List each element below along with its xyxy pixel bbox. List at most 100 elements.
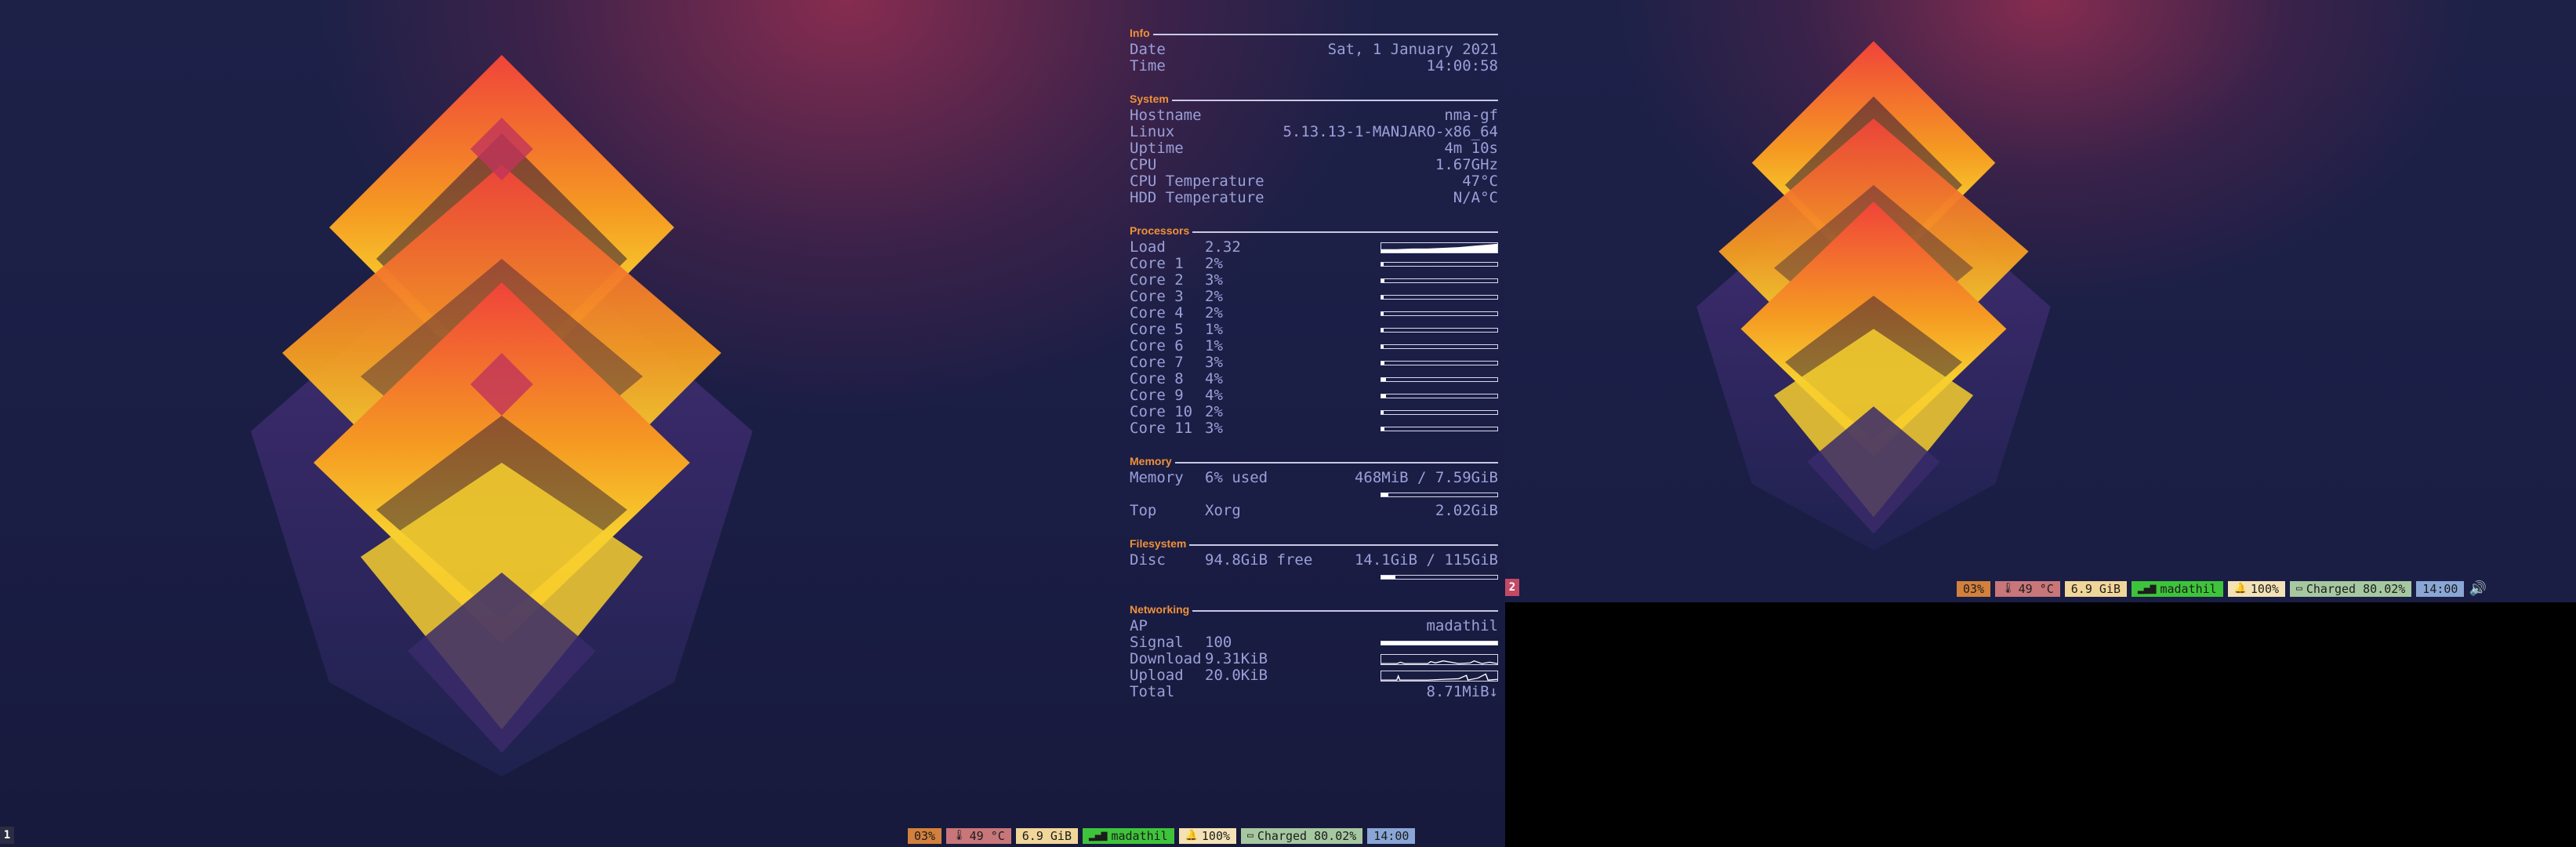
battery-block[interactable]: ▭ Charged 80.02% <box>2290 580 2412 597</box>
info-section: Info Date Sat, 1 January 2021 Time 14:00… <box>1130 25 1498 75</box>
core-row: Core 11 3% <box>1130 420 1498 437</box>
memory-block[interactable]: 6.9 GiB <box>2064 580 2127 597</box>
volume-value: 100% <box>2250 581 2280 596</box>
disc-bar-fill <box>1381 575 1395 579</box>
core-row: Core 8 4% <box>1130 371 1498 387</box>
time-label: Time <box>1130 57 1166 75</box>
signal-row: Signal 100 <box>1130 634 1498 651</box>
bell-icon: 🔔 <box>1185 830 1198 842</box>
system-section: System Hostname nma-gf Linux 5.13.13-1-M… <box>1130 91 1498 206</box>
core-bar-fill <box>1381 262 1384 266</box>
temp-value: 49 °C <box>969 829 1005 843</box>
total-value: 8.71MiB↓ <box>1426 683 1498 700</box>
processors-section: Processors Load 2.32 Core 1 2% Core 2 3% Cor… <box>1130 223 1498 437</box>
status-bar-monitor-2: 03% 🌡 49 °C 6.9 GiB ▂▄▆ madathil 🔔 100% … <box>1957 580 2487 597</box>
core-bar-fill <box>1381 328 1384 332</box>
download-graph <box>1381 653 1498 665</box>
ap-value: madathil <box>1426 617 1498 634</box>
core-bar <box>1381 278 1498 283</box>
wifi-signal-icon: ▂▄▆ <box>1088 830 1108 842</box>
volume-block[interactable]: 🔔 100% <box>1178 828 1237 844</box>
processors-header: Processors <box>1130 223 1498 239</box>
section-rule <box>1192 231 1498 233</box>
battery-icon: ▭ <box>1247 830 1254 842</box>
core-label: Core 8 <box>1130 370 1184 387</box>
battery-value: Charged 80.02% <box>1257 829 1357 843</box>
core-percent: 2% <box>1205 255 1223 272</box>
download-value: 9.31KiB <box>1205 650 1268 667</box>
core-bar-fill <box>1381 278 1385 282</box>
core-row: Core 6 1% <box>1130 338 1498 354</box>
system-label: Linux <box>1130 123 1175 140</box>
download-row: Download 9.31KiB <box>1130 651 1498 667</box>
system-value: 4m 10s <box>1444 140 1498 157</box>
load-graph <box>1381 242 1498 253</box>
core-row: Core 2 3% <box>1130 272 1498 289</box>
wifi-value: madathil <box>2160 581 2217 596</box>
battery-value: Charged 80.02% <box>2306 581 2406 596</box>
load-value: 2.32 <box>1205 238 1241 256</box>
cpu-value: 03% <box>914 829 936 843</box>
core-row: Core 4 2% <box>1130 305 1498 322</box>
temp-block[interactable]: 🌡 49 °C <box>1995 580 2060 597</box>
cpu-block[interactable]: 03% <box>1957 580 1991 597</box>
core-bar <box>1381 426 1498 431</box>
system-row: Uptime 4m 10s <box>1130 140 1498 157</box>
core-row: Core 10 2% <box>1130 404 1498 420</box>
core-bar <box>1381 393 1498 398</box>
battery-block[interactable]: ▭ Charged 80.02% <box>1241 828 1363 844</box>
core-percent: 2% <box>1205 288 1223 305</box>
memory-row: Memory 6% used 468MiB / 7.59GiB <box>1130 470 1498 486</box>
core-label: Core 11 <box>1130 420 1193 437</box>
workspace-indicator-1[interactable]: 1 <box>0 827 14 844</box>
core-row: Core 7 3% <box>1130 354 1498 371</box>
core-percent: 1% <box>1205 337 1223 354</box>
clock-block[interactable]: 14:00 <box>1367 828 1416 844</box>
speaker-icon[interactable]: 🔊 <box>2469 580 2486 597</box>
temp-block[interactable]: 🌡 49 °C <box>946 828 1011 844</box>
core-label: Core 10 <box>1130 403 1193 420</box>
upload-value: 20.0KiB <box>1205 667 1268 684</box>
wifi-block[interactable]: ▂▄▆ madathil <box>1082 828 1174 844</box>
workspace-indicator-2[interactable]: 2 <box>1505 579 1519 596</box>
system-label: Uptime <box>1130 140 1184 157</box>
total-row: Total 8.71MiB↓ <box>1130 684 1498 700</box>
memory-header: Memory <box>1130 453 1498 470</box>
ap-row: AP madathil <box>1130 618 1498 634</box>
signal-value: 100 <box>1205 634 1232 651</box>
clock-block[interactable]: 14:00 <box>2416 580 2465 597</box>
date-label: Date <box>1130 41 1166 58</box>
top-process-name: Xorg <box>1205 502 1241 519</box>
core-label: Core 9 <box>1130 387 1184 404</box>
desktop-monitor-1: Info Date Sat, 1 January 2021 Time 14:00… <box>0 0 1505 847</box>
section-rule <box>1174 461 1498 463</box>
signal-label: Signal <box>1130 634 1184 651</box>
system-value: N/A°C <box>1453 189 1498 206</box>
cpu-block[interactable]: 03% <box>908 828 942 844</box>
temp-value: 49 °C <box>2018 581 2054 596</box>
volume-block[interactable]: 🔔 100% <box>2227 580 2286 597</box>
system-value: nma-gf <box>1444 107 1498 124</box>
clock-value: 14:00 <box>2422 581 2458 596</box>
unused-screen-area <box>1505 602 2576 847</box>
desktop-monitor-2: 2 03% 🌡 49 °C 6.9 GiB ▂▄▆ madathil 🔔 100… <box>1505 0 2576 602</box>
memory-block[interactable]: 6.9 GiB <box>1015 828 1078 844</box>
memory-label: Memory <box>1130 469 1184 486</box>
core-bar-fill <box>1381 410 1384 414</box>
core-percent: 3% <box>1205 354 1223 371</box>
core-bar <box>1381 261 1498 267</box>
wifi-block[interactable]: ▂▄▆ madathil <box>2131 580 2223 597</box>
system-row: HDD Temperature N/A°C <box>1130 190 1498 206</box>
system-value: 47°C <box>1462 173 1498 190</box>
memory-bar <box>1381 492 1498 497</box>
top-label: Top <box>1130 502 1157 519</box>
upload-label: Upload <box>1130 667 1184 684</box>
section-rule <box>1171 99 1498 101</box>
core-label: Core 4 <box>1130 304 1184 322</box>
bell-icon: 🔔 <box>2233 582 2247 594</box>
status-bar-monitor-1: 03% 🌡 49 °C 6.9 GiB ▂▄▆ madathil 🔔 100% … <box>908 828 1416 844</box>
clock-value: 14:00 <box>1373 829 1410 843</box>
core-bar-fill <box>1381 344 1384 348</box>
disc-free: 94.8GiB free <box>1205 551 1313 569</box>
memory-section: Memory Memory 6% used 468MiB / 7.59GiB T… <box>1130 453 1498 519</box>
